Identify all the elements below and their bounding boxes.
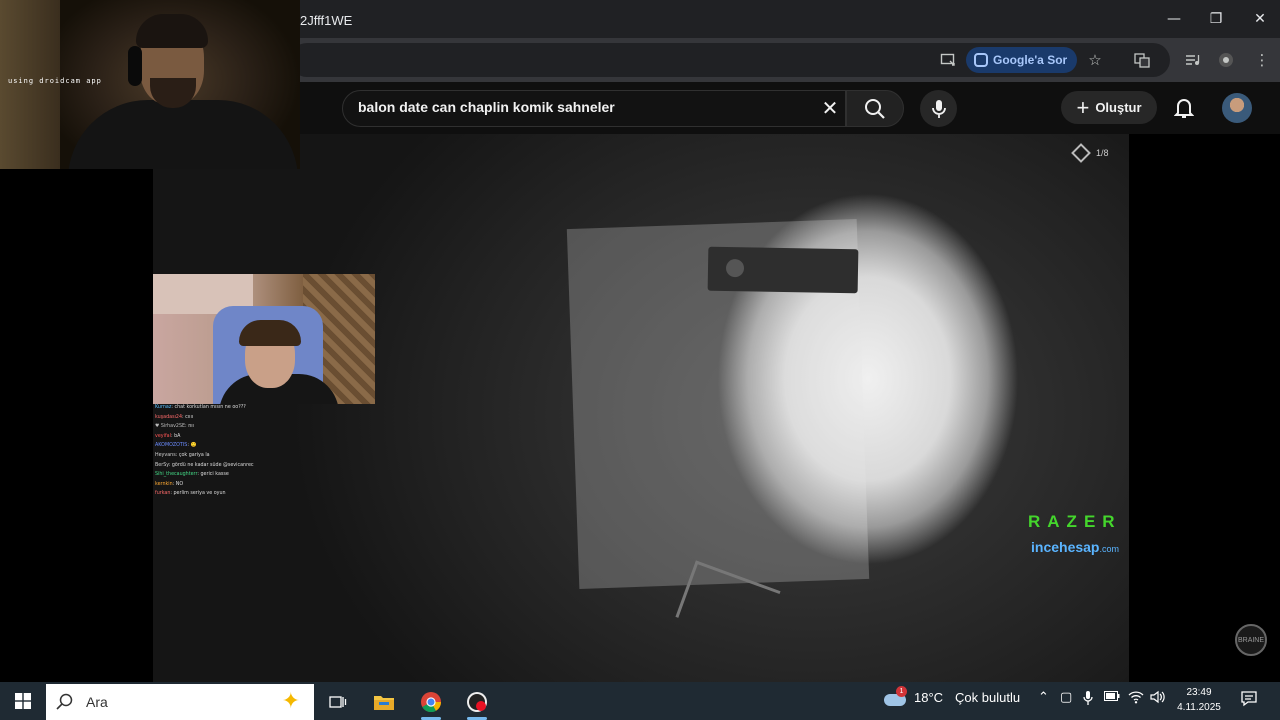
bookmark-star-icon[interactable]: ☆ xyxy=(1081,46,1109,74)
google-ask-button[interactable]: Google'a Sor xyxy=(966,47,1078,73)
search-icon xyxy=(56,693,73,710)
chat-username: AKOMOZOTIS xyxy=(155,443,188,449)
obs-app-icon[interactable] xyxy=(457,686,497,720)
chat-message: furkan: perlim seriya ve oyun xyxy=(155,489,385,499)
taskbar-clock[interactable]: 23:49 4.11.2025 xyxy=(1170,685,1228,715)
clear-search-icon[interactable]: ✕ xyxy=(816,94,844,122)
account-avatar[interactable] xyxy=(1222,93,1252,123)
chat-message: kuşadası24: cıııı xyxy=(155,413,385,423)
chat-message: BerSy: gördü ne kadar süde @sevicanrec xyxy=(155,461,385,471)
chat-username: Sihi_thecaughterr xyxy=(155,472,198,478)
streamer-hair xyxy=(239,320,301,346)
chat-message: kernkin: NO xyxy=(155,480,385,490)
chat-message-text: : bA xyxy=(170,433,181,439)
webcam-hair xyxy=(136,14,208,48)
chrome-app-icon[interactable] xyxy=(411,686,451,720)
chat-message: ♥ Sirhav2SE: nıı xyxy=(155,422,385,432)
chat-username: kernkin xyxy=(155,481,173,487)
droidcam-label: using droidcam app xyxy=(8,77,102,85)
cloudy-weather-icon: 1 xyxy=(882,686,907,706)
restore-button[interactable]: ❐ xyxy=(1194,0,1238,38)
battery-tray-icon[interactable] xyxy=(1104,690,1120,706)
voice-search-button[interactable] xyxy=(920,90,957,127)
razer-logo: RAZER xyxy=(1028,512,1122,531)
streamer-webcam-overlay xyxy=(153,274,375,404)
show-hidden-icons-chevron-icon[interactable]: ⌃ xyxy=(1038,690,1049,705)
headset-icon xyxy=(128,46,142,86)
chat-username: Heyvans xyxy=(155,452,176,458)
url-text[interactable]: 2Jfff1WE xyxy=(300,13,352,28)
weather-temperature: 18°C xyxy=(914,689,944,705)
chat-username: furkan xyxy=(155,491,171,497)
extensions-icon[interactable] xyxy=(1212,46,1240,74)
desktop-screen: — ❐ ✕ 2Jfff1WE Google'a Sor ☆ ⋮ balon da… xyxy=(0,0,1280,720)
close-window-button[interactable]: ✕ xyxy=(1238,0,1280,38)
chat-message: Kurnaz: chat korkutlan mısın ne oo??? xyxy=(155,403,385,413)
video-slide-counter: 1/8 xyxy=(1071,143,1109,163)
weather-description: Çok bulutlu xyxy=(955,689,1021,705)
wifi-icon[interactable] xyxy=(1128,690,1144,708)
start-button[interactable] xyxy=(8,682,38,720)
chat-username: BerSy xyxy=(155,462,169,468)
create-label: Oluştur xyxy=(1095,100,1142,115)
search-icon xyxy=(865,98,885,119)
chat-message: Sihi_thecaughterr: gerici kasse xyxy=(155,470,385,480)
chat-message-text: : nıı xyxy=(185,424,194,430)
incehesap-logo: incehesap.com xyxy=(1031,539,1119,555)
task-view-icon[interactable] xyxy=(318,686,358,718)
chat-username: veyifal xyxy=(155,433,171,439)
lens-icon xyxy=(974,53,988,67)
chat-message-text: : gerici kasse xyxy=(197,472,229,478)
minimize-button[interactable]: — xyxy=(1152,0,1196,38)
chat-message-text: : çok gariya la xyxy=(175,452,210,458)
chat-message: veyifal: bA xyxy=(155,432,385,442)
search-query-text[interactable]: balon date can chaplin komik sahneler xyxy=(358,99,615,115)
chat-username: Kurnaz xyxy=(155,405,172,410)
clock-date: 4.11.2025 xyxy=(1177,702,1221,713)
chat-message-text: : cıııı xyxy=(182,414,194,420)
webcam-shoulders xyxy=(68,100,298,169)
chat-message-text: : perlim seriya ve oyun xyxy=(170,491,226,497)
create-button[interactable]: + Oluştur xyxy=(1061,91,1157,124)
droidcam-webcam-overlay: using droidcam app xyxy=(0,0,300,169)
install-app-icon[interactable] xyxy=(934,46,962,74)
incehesap-tld: .com xyxy=(1099,544,1119,554)
file-explorer-icon[interactable] xyxy=(364,686,404,718)
chat-message-text: : 🙂 xyxy=(187,443,197,449)
incehesap-name: incehesap xyxy=(1031,539,1100,555)
chat-message: AKOMOZOTIS: 🙂 xyxy=(155,441,385,451)
clock-time: 23:49 xyxy=(1186,687,1212,698)
translate-icon[interactable] xyxy=(1128,46,1156,74)
copilot-sparkle-icon: ✦ xyxy=(281,689,300,714)
counter-text: 1/8 xyxy=(1096,148,1109,158)
chat-message-text: : gördü ne kadar süde @sevicanrec xyxy=(168,462,254,468)
notifications-bell-icon[interactable] xyxy=(1170,94,1198,122)
google-ask-label: Google'a Sor xyxy=(993,53,1068,67)
chat-username: kuşadası24 xyxy=(155,414,183,420)
plus-icon: + xyxy=(1076,94,1090,120)
weather-widget[interactable]: 1 18°C Çok bulutlu xyxy=(882,686,1021,706)
taskbar-search-input[interactable]: Ara ✦ xyxy=(46,684,314,720)
volume-icon[interactable] xyxy=(1150,690,1166,708)
windows-logo-icon xyxy=(15,693,31,709)
media-controls-icon[interactable] xyxy=(1178,46,1206,74)
chat-username: ♥ Sirhav2SE xyxy=(155,424,186,430)
diamond-icon xyxy=(1071,143,1091,163)
chat-message: Heyvans: çok gariya la xyxy=(155,451,385,461)
camera-tray-icon[interactable]: ▢ xyxy=(1060,690,1072,705)
weather-alert-badge: 1 xyxy=(896,686,907,697)
browser-menu-icon[interactable]: ⋮ xyxy=(1248,46,1276,74)
stream-chat: Kurnaz: chat korkutlan mısın ne oo??? kuş… xyxy=(155,403,385,499)
video-frame-clip xyxy=(707,246,859,294)
microphone-tray-icon[interactable] xyxy=(1083,690,1093,710)
chat-message-text: : NO xyxy=(172,481,184,487)
taskbar-search-placeholder: Ara xyxy=(86,694,108,710)
microphone-icon xyxy=(931,99,946,118)
chat-message-text: : chat korkutlan mısın ne oo??? xyxy=(171,405,246,410)
channel-watermark-badge: BRAINE xyxy=(1235,624,1267,656)
search-button[interactable] xyxy=(846,90,904,127)
notification-center-icon[interactable] xyxy=(1240,690,1260,710)
